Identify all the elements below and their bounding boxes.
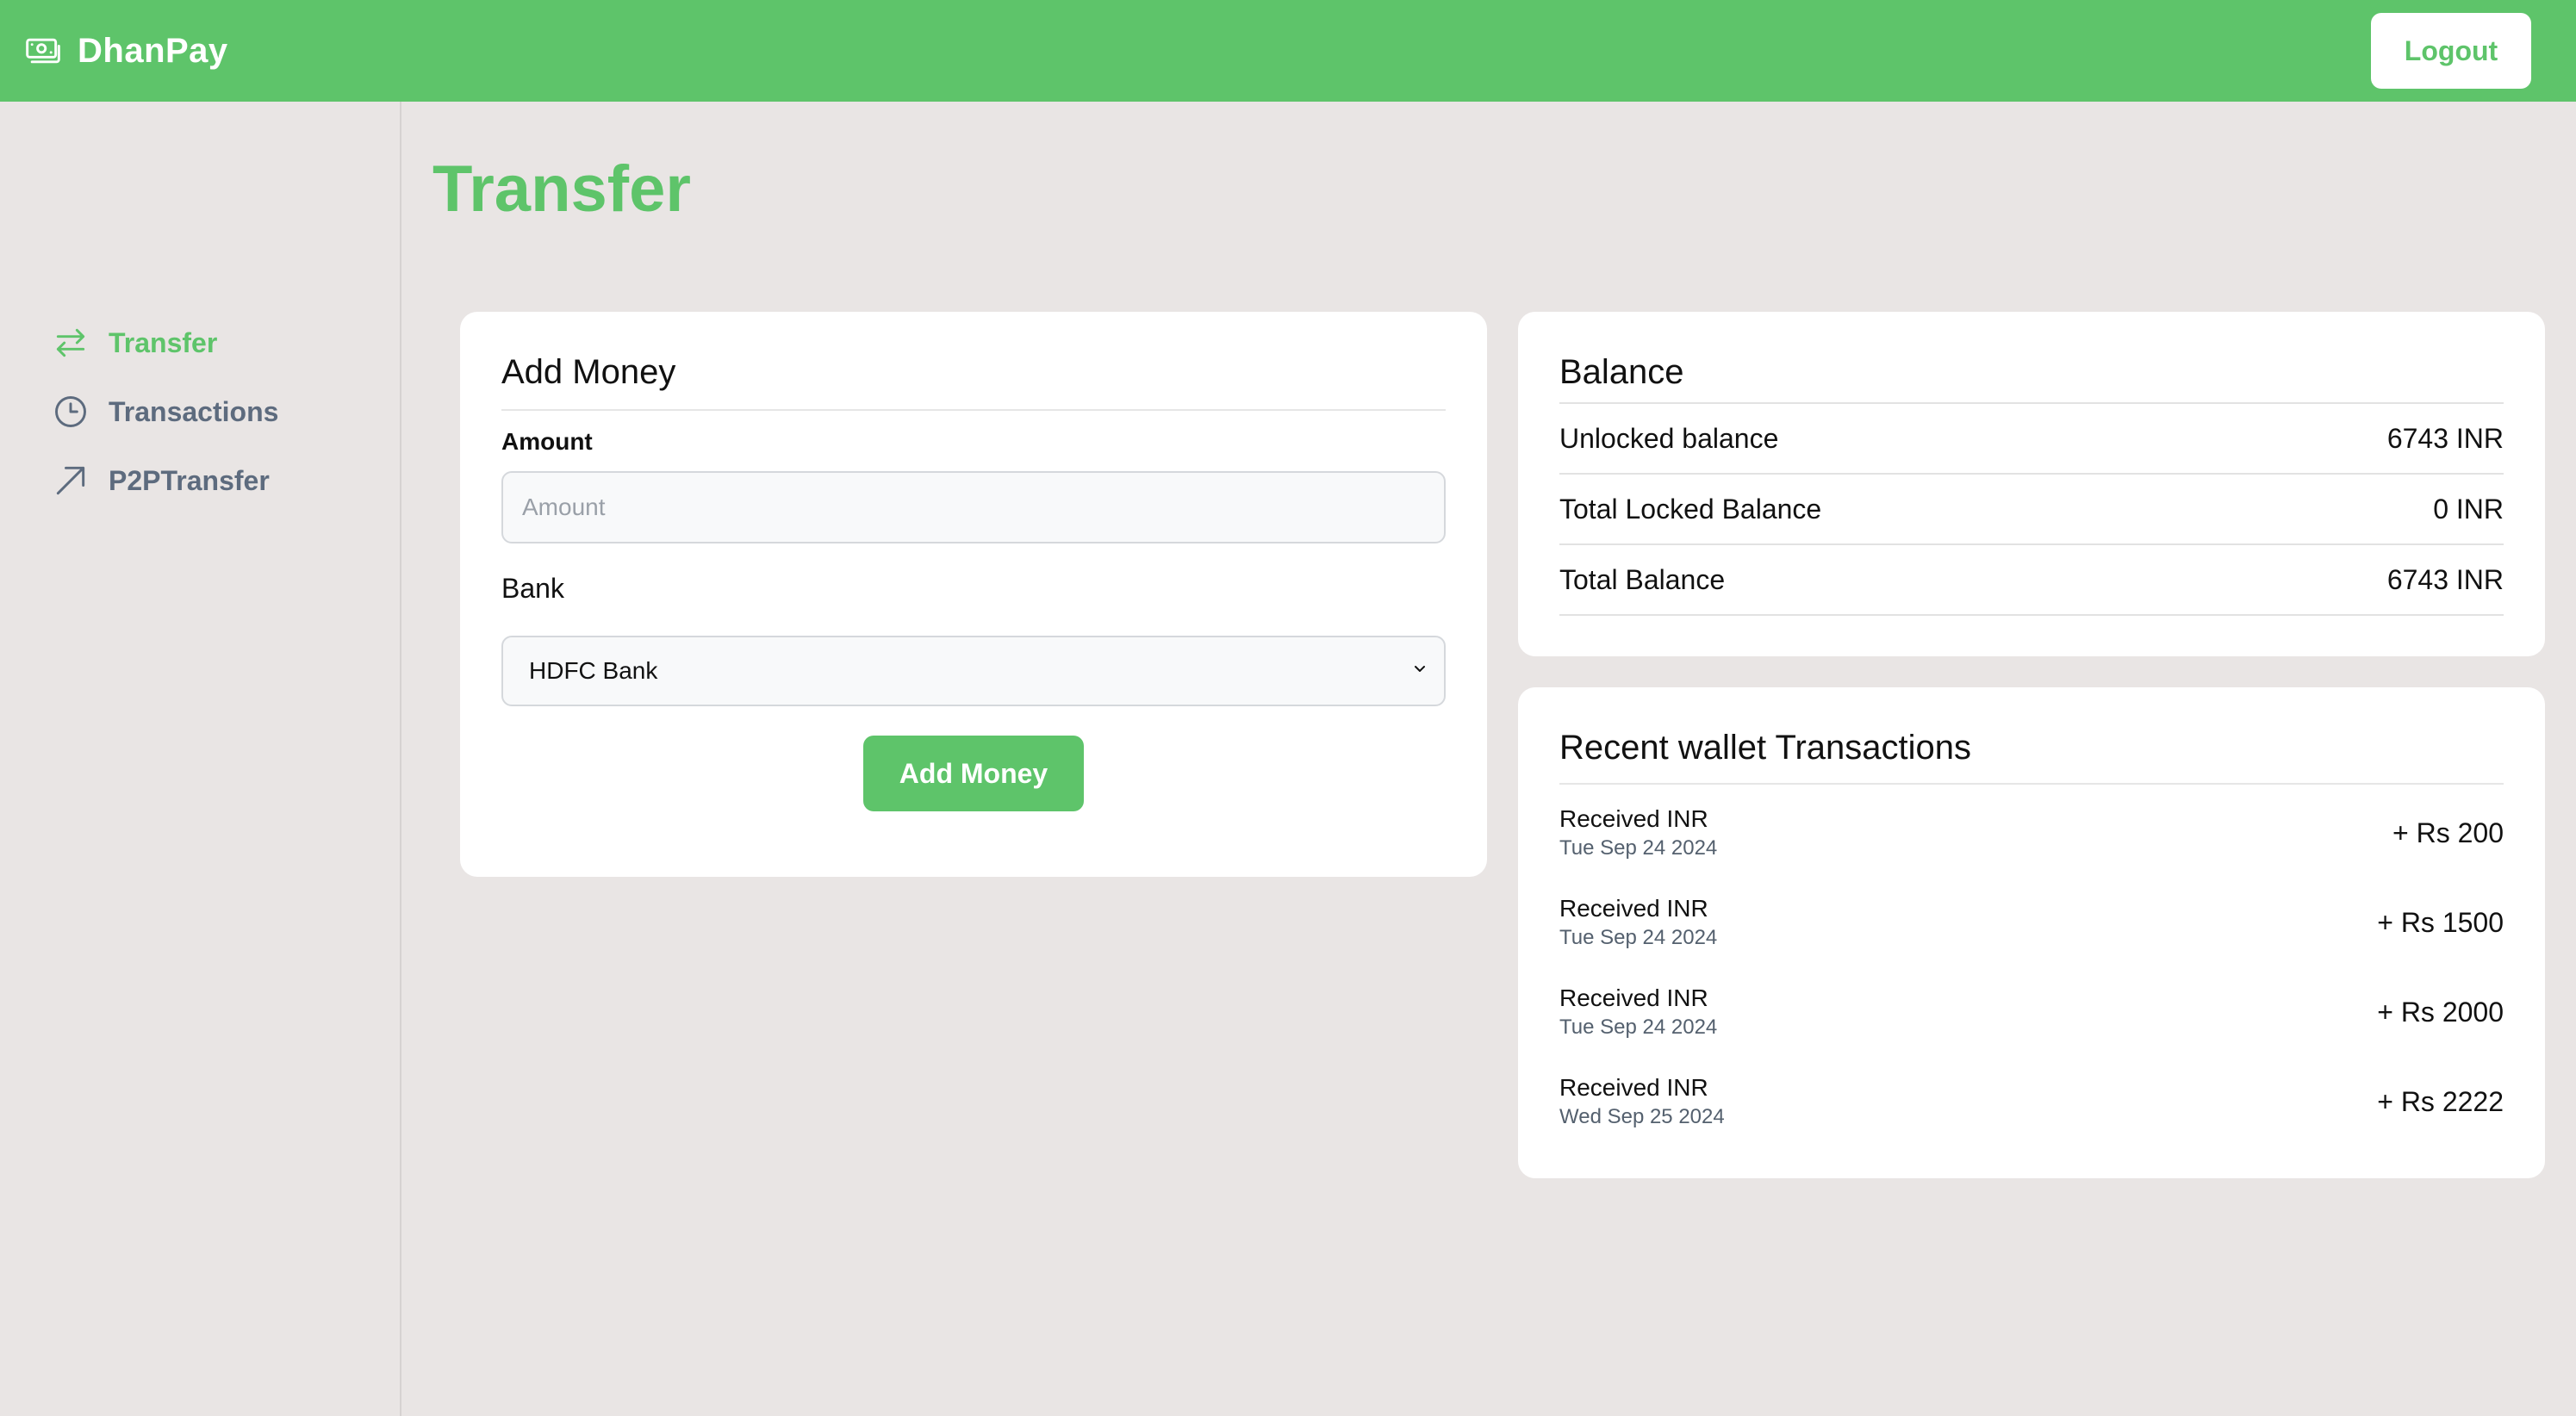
amount-input[interactable] <box>501 471 1446 543</box>
balance-row-unlocked: Unlocked balance 6743 INR <box>1559 404 2504 475</box>
transaction-row: Received INR Tue Sep 24 2024 + Rs 2000 <box>1559 967 2504 1057</box>
sidebar-item-p2ptransfer[interactable]: P2PTransfer <box>52 446 278 515</box>
amount-label: Amount <box>501 428 593 455</box>
transaction-info: Received INR Tue Sep 24 2024 <box>1559 895 1717 950</box>
transaction-row: Received INR Wed Sep 25 2024 + Rs 2222 <box>1559 1057 2504 1146</box>
transaction-title: Received INR <box>1559 1074 1708 1101</box>
bank-select-value: HDFC Bank <box>529 657 658 684</box>
balance-row-label: Total Locked Balance <box>1559 493 1822 525</box>
brand[interactable]: DhanPay <box>24 32 228 71</box>
transaction-row: Received INR Tue Sep 24 2024 + Rs 1500 <box>1559 878 2504 967</box>
bank-select[interactable]: HDFC Bank <box>501 636 1446 706</box>
arrow-up-right-icon <box>52 462 90 500</box>
transaction-date: Tue Sep 24 2024 <box>1559 926 1718 949</box>
balance-title: Balance <box>1559 353 2504 404</box>
transaction-amount: + Rs 2222 <box>2377 1085 2504 1117</box>
balance-row-total: Total Balance 6743 INR <box>1559 545 2504 616</box>
sidebar-item-label: Transfer <box>109 326 218 358</box>
sidebar-item-label: Transactions <box>109 395 279 427</box>
transaction-info: Received INR Tue Sep 24 2024 <box>1559 984 1717 1040</box>
sidebar-item-transactions[interactable]: Transactions <box>52 377 278 446</box>
transaction-date: Wed Sep 25 2024 <box>1559 1105 1725 1128</box>
banknote-icon <box>24 32 62 70</box>
balance-row-value: 0 INR <box>2433 493 2504 525</box>
sidebar-item-transfer[interactable]: Transfer <box>52 308 278 377</box>
transfer-arrows-icon <box>52 324 90 362</box>
sidebar: Transfer Transactions P2PTransfer <box>0 102 401 1416</box>
chevron-down-icon <box>1409 657 1430 685</box>
add-money-title: Add Money <box>501 353 1446 411</box>
bank-label: Bank <box>501 573 564 604</box>
balance-row-value: 6743 INR <box>2386 422 2504 454</box>
transaction-amount: + Rs 1500 <box>2377 906 2504 938</box>
balance-row-label: Unlocked balance <box>1559 422 1779 454</box>
sidebar-item-label: P2PTransfer <box>109 464 270 496</box>
add-money-card: Add Money Amount Bank HDFC Bank Add Mone… <box>460 312 1487 877</box>
brand-name: DhanPay <box>78 31 228 70</box>
transaction-title: Received INR <box>1559 895 1708 922</box>
transaction-amount: + Rs 2000 <box>2377 996 2504 1028</box>
balance-row-value: 6743 INR <box>2386 563 2504 595</box>
clock-icon <box>52 393 90 431</box>
logout-button[interactable]: Logout <box>2371 13 2531 89</box>
sidebar-nav: Transfer Transactions P2PTransfer <box>52 308 278 515</box>
transaction-info: Received INR Tue Sep 24 2024 <box>1559 805 1717 860</box>
balance-row-label: Total Balance <box>1559 563 1726 595</box>
transaction-row: Received INR Tue Sep 24 2024 + Rs 200 <box>1559 788 2504 878</box>
top-bar: DhanPay Logout <box>0 0 2576 102</box>
transaction-info: Received INR Wed Sep 25 2024 <box>1559 1074 1725 1129</box>
transaction-date: Tue Sep 24 2024 <box>1559 1015 1718 1039</box>
balance-row-locked: Total Locked Balance 0 INR <box>1559 475 2504 545</box>
transaction-date: Tue Sep 24 2024 <box>1559 836 1718 860</box>
add-money-button[interactable]: Add Money <box>863 736 1084 811</box>
recent-transactions-title: Recent wallet Transactions <box>1559 729 2504 785</box>
balance-card: Balance Unlocked balance 6743 INR Total … <box>1518 312 2545 656</box>
add-money-button-wrap: Add Money <box>501 736 1446 811</box>
page-title: Transfer <box>432 152 691 226</box>
transaction-title: Received INR <box>1559 984 1708 1011</box>
transaction-amount: + Rs 200 <box>2392 817 2504 848</box>
transaction-title: Received INR <box>1559 805 1708 832</box>
recent-transactions-card: Recent wallet Transactions Received INR … <box>1518 687 2545 1178</box>
